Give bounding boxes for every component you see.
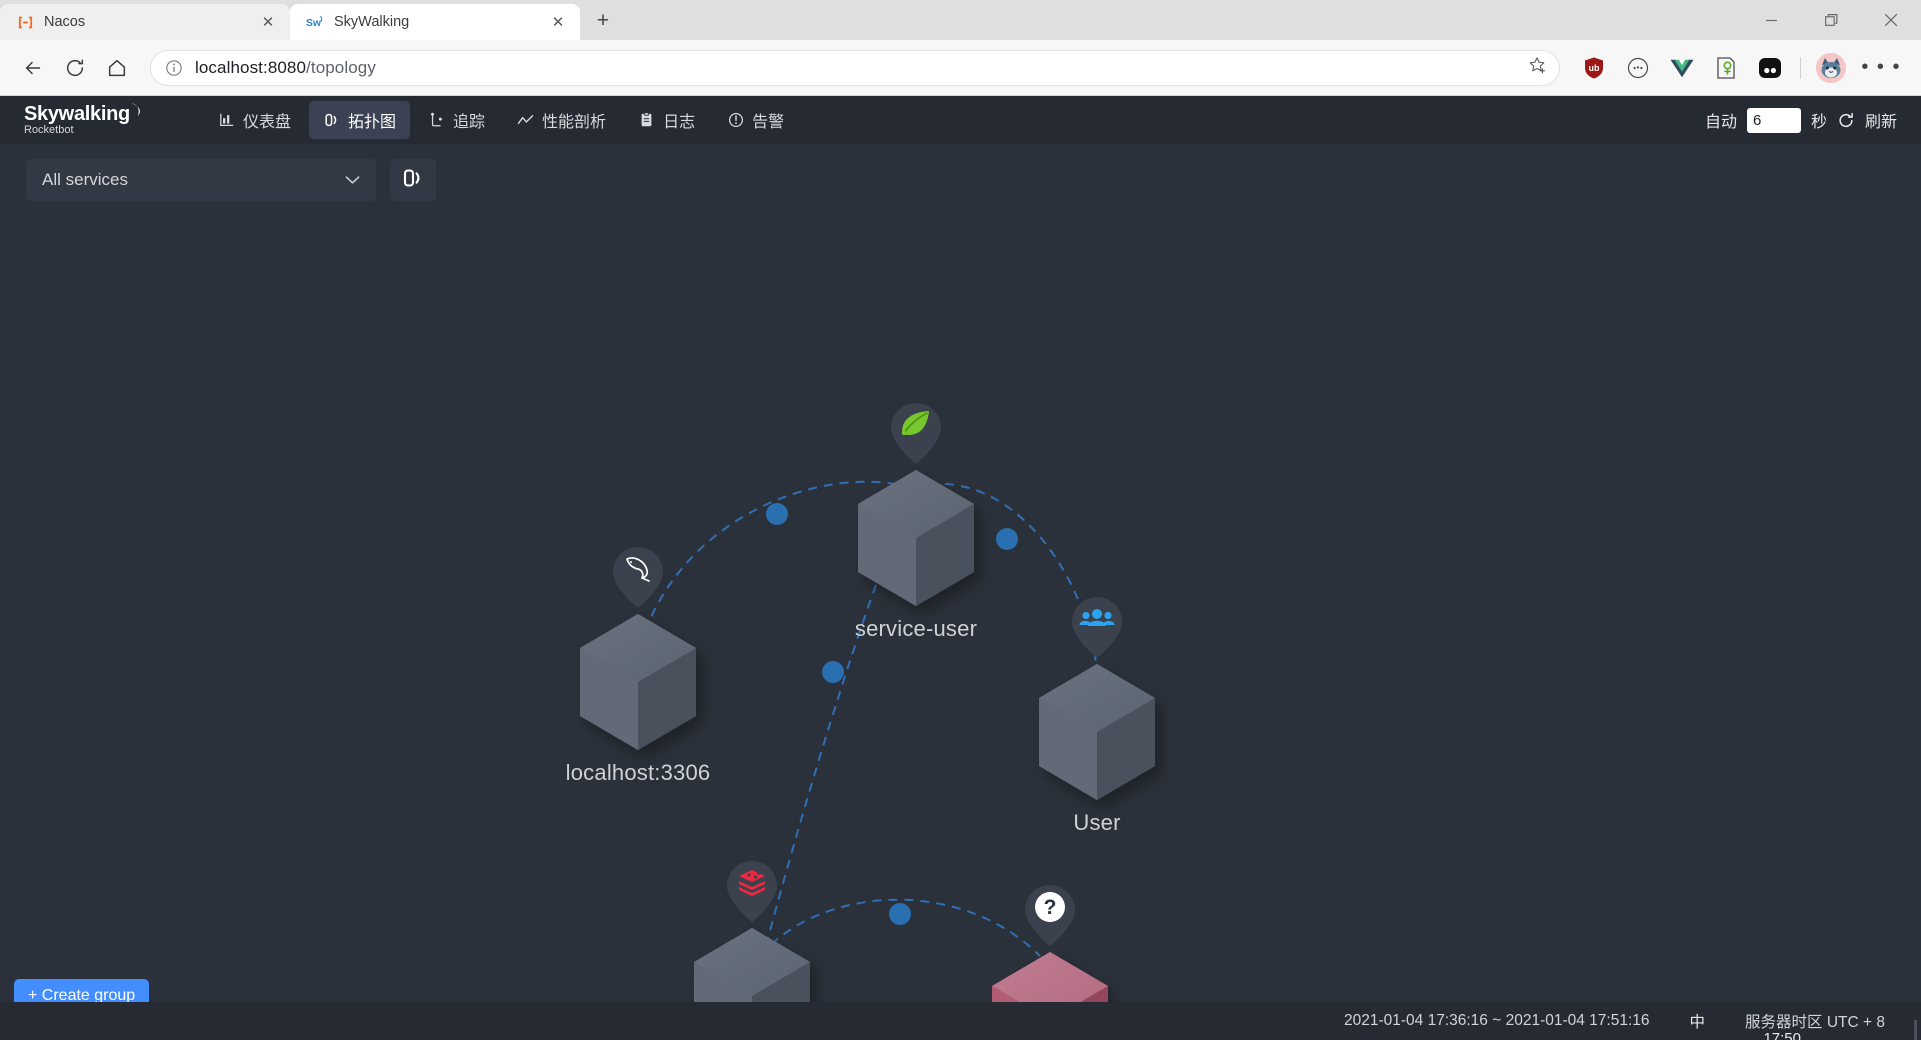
nav-item-label: 性能剖析	[542, 114, 607, 131]
browser-tab-nacos[interactable]: Nacos ✕	[0, 4, 290, 40]
address-bar-url: localhost:8080/topology	[195, 58, 376, 78]
profile-icon	[517, 112, 534, 129]
vuejs-devtools-icon[interactable]	[1662, 48, 1702, 88]
toolbar-divider	[1800, 56, 1802, 79]
topology-icon	[323, 112, 340, 129]
nav-item-profile[interactable]: 性能剖析	[503, 101, 620, 139]
close-icon[interactable]: ✕	[256, 10, 280, 34]
svg-text:Sw: Sw	[306, 18, 322, 29]
skywalking-app: Skywalking Rocketbot 仪表盘 拓扑图 追踪 性能剖析 日志 …	[0, 96, 1921, 1040]
app-navbar: Skywalking Rocketbot 仪表盘 拓扑图 追踪 性能剖析 日志 …	[0, 96, 1921, 144]
app-nav-items: 仪表盘 拓扑图 追踪 性能剖析 日志 告警	[204, 101, 798, 139]
nav-item-label: 仪表盘	[243, 114, 292, 131]
auto-refresh-label: 自动	[1704, 114, 1737, 131]
svg-text:ub: ub	[1589, 63, 1600, 73]
topology-layout-icon	[402, 167, 424, 194]
browser-chrome: Nacos ✕ Sw SkyWalking ✕ + localhost:8080…	[0, 0, 1921, 96]
browser-tab-skywalking[interactable]: Sw SkyWalking ✕	[290, 4, 580, 40]
refresh-label[interactable]: 刷新	[1865, 108, 1897, 132]
status-timezone: 服务器时区 UTC + 8	[1745, 1014, 1885, 1031]
window-controls	[1741, 0, 1921, 40]
nav-item-alarm[interactable]: 告警	[713, 101, 798, 139]
topology-node-user[interactable]	[1039, 664, 1155, 800]
auto-refresh-interval-input[interactable]	[1746, 107, 1801, 133]
dashboard-icon	[218, 112, 235, 129]
traffic-dot	[996, 528, 1018, 550]
minimize-button[interactable]	[1741, 0, 1801, 40]
nacos-icon	[16, 13, 34, 31]
node-label-service-user: service-user	[854, 616, 978, 641]
nav-item-label: 拓扑图	[348, 114, 397, 131]
node-label-mysql: localhost:3306	[565, 760, 711, 785]
alarm-icon	[727, 112, 744, 129]
topology-node-mysql[interactable]	[580, 614, 696, 750]
circle-dots-icon[interactable]	[1618, 48, 1658, 88]
url-host: localhost:8080	[195, 57, 307, 77]
maximize-button[interactable]	[1801, 0, 1861, 40]
url-path: /topology	[306, 57, 376, 77]
nav-item-trace[interactable]: 追踪	[414, 101, 499, 139]
close-window-button[interactable]	[1861, 0, 1921, 40]
ublock-origin-icon[interactable]: ub	[1574, 48, 1614, 88]
node-badge-redis	[727, 861, 777, 922]
node-label-user: User	[1073, 810, 1121, 835]
browser-toolbar: localhost:8080/topology ub • • •	[0, 40, 1921, 96]
tab-strip: Nacos ✕ Sw SkyWalking ✕ +	[0, 0, 1921, 40]
node-badge-user	[1072, 597, 1122, 658]
traffic-dot	[766, 503, 788, 525]
service-selector-value: All services	[42, 170, 128, 189]
chevron-down-icon	[345, 173, 360, 188]
svg-text:?: ?	[1044, 896, 1057, 919]
question-mark-icon: ?	[1035, 892, 1065, 922]
topology-toolbar: All services	[0, 144, 1921, 216]
trace-icon	[428, 112, 445, 129]
nav-item-topology[interactable]: 拓扑图	[309, 101, 411, 139]
nav-item-label: 日志	[663, 114, 696, 131]
auto-refresh-unit: 秒	[1810, 114, 1827, 131]
home-icon[interactable]	[98, 49, 136, 87]
nav-item-label: 告警	[752, 114, 785, 131]
avatar[interactable]	[1811, 48, 1851, 88]
node-badge-service-user	[891, 403, 941, 464]
tampermonkey-icon[interactable]	[1706, 48, 1746, 88]
nav-item-dashboard[interactable]: 仪表盘	[204, 101, 305, 139]
auto-refresh-controls: 自动 秒 刷新	[1704, 107, 1897, 133]
close-icon[interactable]: ✕	[546, 10, 570, 34]
language-toggle[interactable]: 中	[1690, 1010, 1706, 1032]
partial-time-text: 17:50	[1763, 1030, 1801, 1040]
moon-icon	[130, 103, 140, 116]
scrollbar-thumb[interactable]	[1914, 1020, 1917, 1040]
refresh-icon[interactable]	[1837, 111, 1855, 129]
topology-canvas[interactable]: ? service-user localhost:3306 User local…	[0, 216, 1921, 1040]
traffic-dot	[889, 903, 911, 925]
app-logo[interactable]: Skywalking Rocketbot	[24, 103, 174, 136]
skywalking-icon: Sw	[306, 13, 324, 31]
site-info-icon[interactable]	[163, 57, 185, 79]
node-badge-mysql	[613, 547, 663, 608]
favorite-star-icon[interactable]	[1527, 55, 1547, 80]
nav-item-label: 追踪	[453, 114, 486, 131]
status-bar: 2021-01-04 17:36:16 ~ 2021-01-04 17:51:1…	[0, 1002, 1921, 1040]
traffic-dot	[822, 661, 844, 683]
node-badge-service-search: ?	[1025, 885, 1075, 946]
browser-more-menu[interactable]: • • •	[1855, 56, 1907, 79]
nav-item-log[interactable]: 日志	[624, 101, 709, 139]
back-icon[interactable]	[14, 49, 52, 87]
extension-black-icon[interactable]	[1750, 48, 1790, 88]
tab-title: SkyWalking	[334, 14, 410, 30]
logo-primary: Skywalking	[24, 103, 140, 124]
status-time-range[interactable]: 2021-01-04 17:36:16 ~ 2021-01-04 17:51:1…	[1344, 1012, 1650, 1030]
service-selector[interactable]: All services	[26, 159, 376, 201]
reload-icon[interactable]	[56, 49, 94, 87]
topology-layout-button[interactable]	[390, 159, 436, 201]
logo-secondary: Rocketbot	[24, 124, 74, 136]
new-tab-button[interactable]: +	[586, 4, 620, 38]
tab-title: Nacos	[44, 14, 86, 30]
log-icon	[638, 112, 655, 129]
address-bar[interactable]: localhost:8080/topology	[150, 49, 1561, 86]
